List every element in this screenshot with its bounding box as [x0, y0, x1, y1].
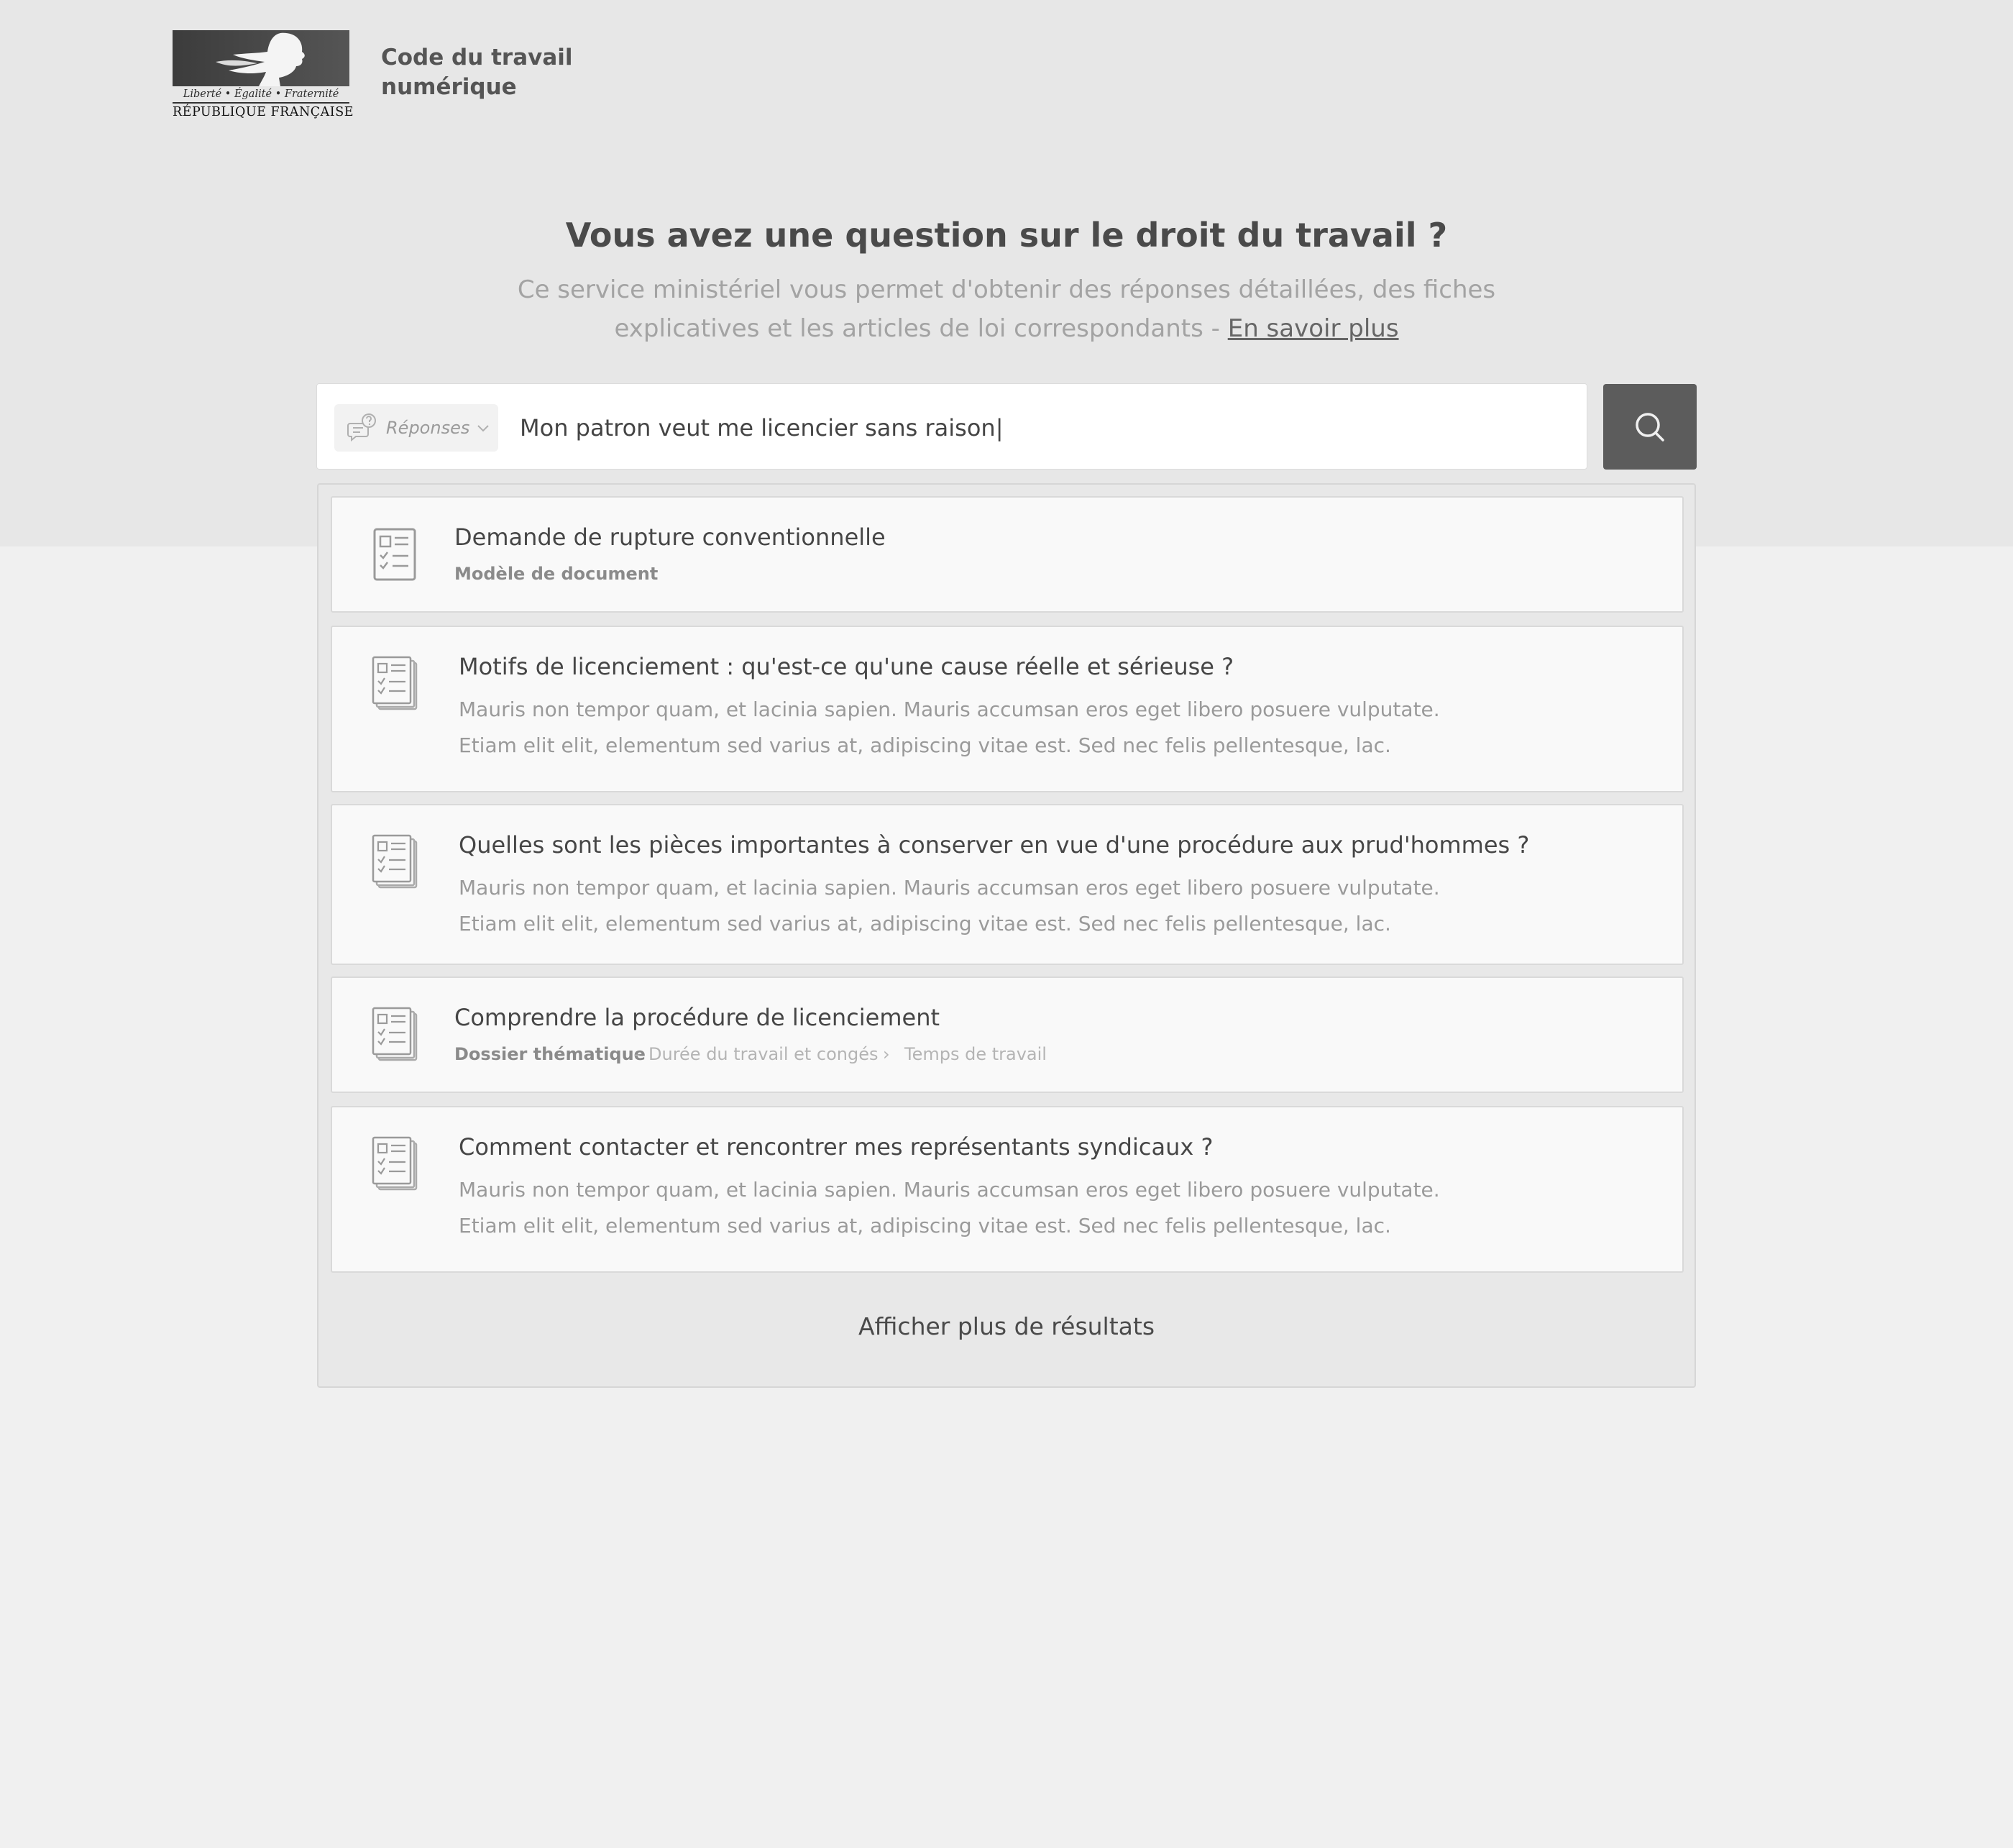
document-checklist-icon [373, 528, 416, 581]
search-box: Réponses [316, 383, 1587, 470]
page-headline: Vous avez une question sur le droit du t… [565, 216, 1448, 255]
breadcrumb-separator: - [634, 1044, 641, 1064]
result-item[interactable]: Demande de rupture conventionnelle Modèl… [331, 496, 1684, 613]
filter-label: Réponses [386, 418, 470, 438]
learn-more-link[interactable]: En savoir plus [1228, 314, 1399, 343]
results-panel: Demande de rupture conventionnelle Modèl… [317, 483, 1696, 1388]
search-button[interactable] [1603, 384, 1697, 470]
search-icon [1636, 412, 1664, 442]
intro-line: Ce service ministériel vous permet d'obt… [517, 275, 1496, 304]
chat-question-icon [347, 413, 376, 442]
result-title: Demande de rupture conventionnelle [454, 523, 886, 551]
result-title: Comment contacter et rencontrer mes repr… [459, 1133, 1214, 1161]
filter-dropdown[interactable]: Réponses [334, 404, 498, 452]
logo-divider [173, 102, 349, 104]
result-item[interactable]: Comprendre la procédure de licenciement … [331, 976, 1684, 1093]
result-description: Mauris non tempor quam, et lacinia sapie… [459, 1178, 1440, 1238]
marianne-icon [216, 32, 305, 86]
chevron-down-icon [477, 425, 490, 432]
republique-francaise-logo[interactable]: Liberté • Égalité • Fraternité RÉPUBLIQU… [173, 30, 354, 125]
result-title: Comprendre la procédure de licenciement [454, 1004, 940, 1031]
result-item[interactable]: Comment contacter et rencontrer mes repr… [331, 1106, 1684, 1273]
search-input[interactable] [518, 398, 1564, 457]
logo-country: RÉPUBLIQUE FRANÇAISE [173, 105, 354, 119]
stacked-documents-icon [372, 656, 418, 710]
site-title-line: numérique [381, 74, 517, 100]
result-type: Modèle de document [454, 564, 659, 584]
result-title: Motifs de licenciement : qu'est-ce qu'un… [459, 653, 1234, 680]
intro-line: explicatives et les articles de loi corr… [614, 314, 1228, 343]
stacked-documents-icon [372, 1136, 418, 1191]
stacked-documents-icon [372, 1007, 418, 1061]
marianne-emblem [173, 30, 349, 86]
show-more-results-button[interactable]: Afficher plus de résultats [318, 1312, 1695, 1341]
breadcrumb-chevron: › [883, 1044, 890, 1064]
result-description: Mauris non tempor quam, et lacinia sapie… [459, 697, 1440, 757]
result-item[interactable]: Quelles sont les pièces importantes à co… [331, 804, 1684, 965]
logo-motto: Liberté • Égalité • Fraternité [183, 88, 339, 100]
result-description: Mauris non tempor quam, et lacinia sapie… [459, 876, 1440, 936]
stacked-documents-icon [372, 834, 418, 889]
site-title[interactable]: Code du travail numérique [381, 43, 625, 102]
intro-text: Ce service ministériel vous permet d'obt… [503, 270, 1510, 348]
breadcrumb-item[interactable]: Durée du travail et congés [648, 1044, 879, 1064]
result-item[interactable]: Motifs de licenciement : qu'est-ce qu'un… [331, 626, 1684, 792]
result-title: Quelles sont les pièces importantes à co… [459, 831, 1530, 859]
site-title-line: Code du travail [381, 45, 573, 70]
breadcrumb-item[interactable]: Temps de travail [904, 1044, 1047, 1064]
result-type: Dossier thématique [454, 1044, 646, 1064]
